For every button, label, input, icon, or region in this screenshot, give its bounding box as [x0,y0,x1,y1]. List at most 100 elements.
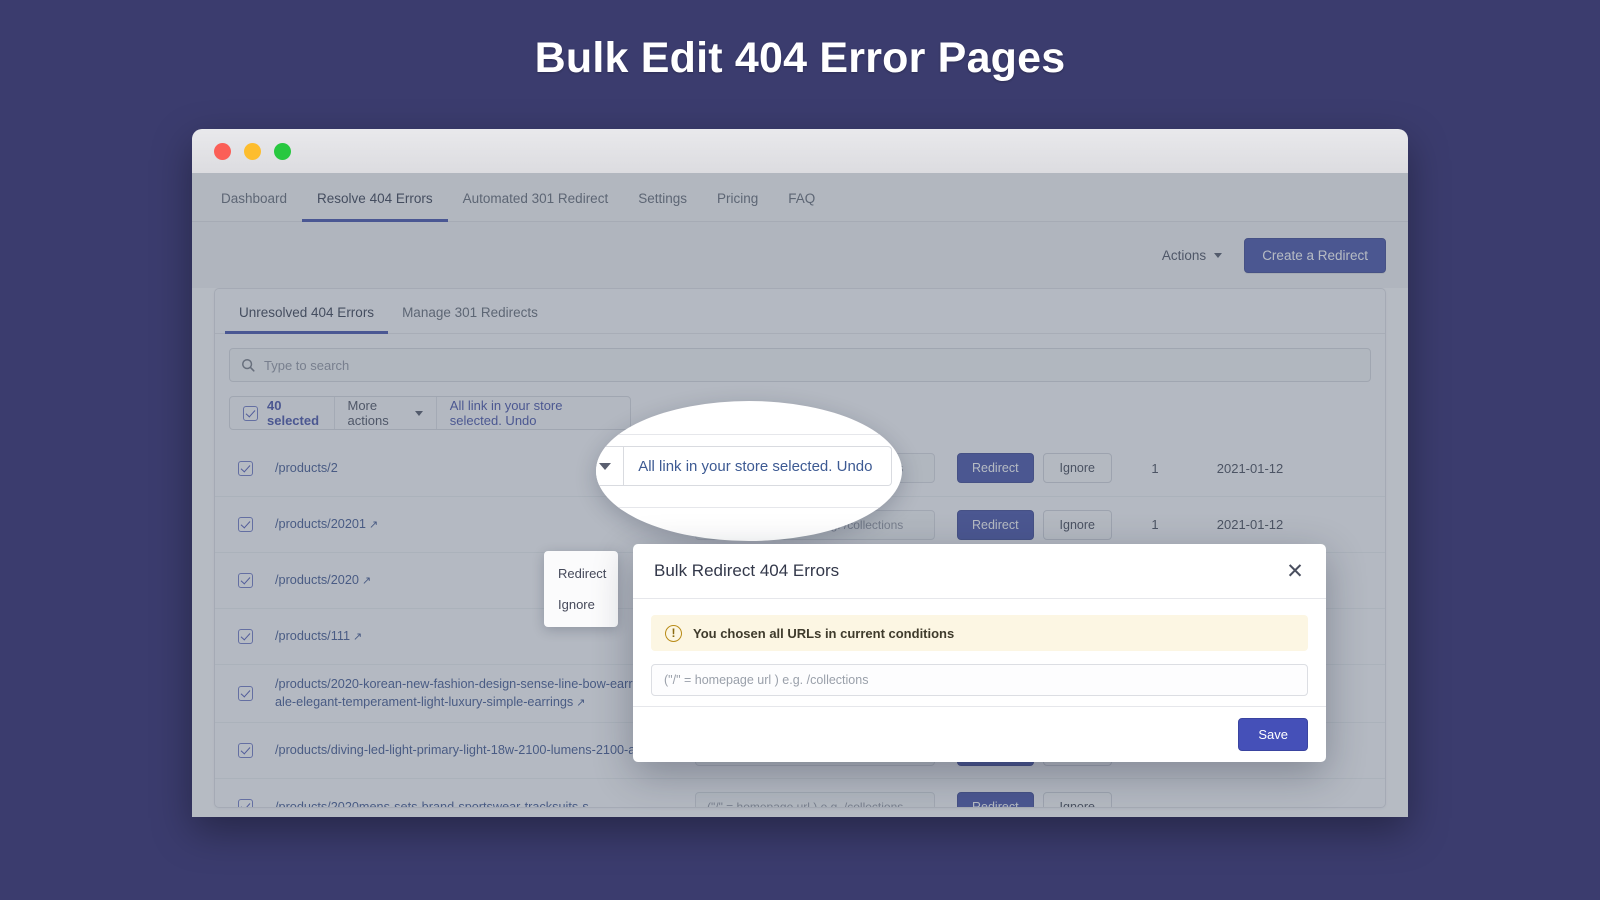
more-actions-dropdown[interactable]: More actions [335,397,437,429]
row-redirect-input[interactable]: ("/" = homepage url ) e.g. /collections [695,791,935,807]
modal-warning-banner: ! You chosen all URLs in current conditi… [651,615,1308,651]
row-checkbox[interactable] [237,743,253,758]
row-action-buttons: Redirect Ignore [935,509,1125,540]
row-redirect-input-cell: ("/" = homepage url ) e.g. /collections [695,791,935,807]
actions-dropdown-label: Actions [1161,247,1207,263]
search-icon [241,358,255,372]
row-checkbox[interactable] [237,686,253,701]
magnifier-divider-bottom [596,507,902,508]
row-checkbox-cell[interactable] [215,460,275,476]
row-url-link[interactable]: /products/20201 [275,517,366,531]
bulk-action-bar: 40 selected More actions All link in you… [229,396,631,430]
close-window-button[interactable] [214,142,231,160]
close-icon[interactable]: ✕ [1283,561,1307,582]
modal-body: ! You chosen all URLs in current conditi… [633,599,1326,706]
magnified-bulk-control: ons All link in your store selected. Und… [596,446,892,486]
nav-item-settings[interactable]: Settings [623,191,702,222]
bulk-redirect-modal: Bulk Redirect 404 Errors ✕ ! You chosen … [633,544,1326,762]
row-url-cell: /products/2020 ↗ [275,571,695,590]
magnified-more-actions[interactable]: ons [596,447,625,485]
row-checkbox[interactable] [237,629,253,644]
row-url-link[interactable]: /products/diving-led-light-primary-light… [275,743,670,757]
row-url-link[interactable]: /products/2020-korean-new-fashion-design… [275,677,681,709]
card-tabs: Unresolved 404 Errors Manage 301 Redirec… [215,289,1385,334]
row-checkbox-cell[interactable] [215,573,275,588]
row-checkbox-cell[interactable] [215,799,275,807]
selected-count-label: 40 selected [267,398,320,428]
row-count: 1 [1151,517,1159,532]
search-row: Type to search [215,334,1385,382]
search-input[interactable]: Type to search [229,348,1371,382]
page-title: Bulk Edit 404 Error Pages [534,34,1066,82]
warning-icon: ! [665,624,682,642]
row-date: 2021-01-12 [1216,517,1284,532]
nav-item-dashboard[interactable]: Dashboard [206,191,302,222]
row-checkbox[interactable] [237,460,253,476]
row-date: 2021-01-12 [1216,460,1284,476]
menu-item-redirect[interactable]: Redirect [544,558,618,589]
tab-manage-301-redirects[interactable]: Manage 301 Redirects [388,305,552,334]
row-checkbox-cell[interactable] [215,743,275,758]
maximize-window-button[interactable] [274,142,291,160]
magnifier-callout: ge 301 R ons All link in your store sele… [596,401,902,541]
magnified-tab-fragment: ge 301 R [596,407,647,423]
row-redirect-button[interactable]: Redirect [957,791,1034,807]
chevron-down-icon [599,462,612,470]
row-url-link[interactable]: /products/2 [275,461,338,475]
menu-item-ignore[interactable]: Ignore [544,589,618,620]
row-action-buttons: Redirect Ignore [935,453,1125,483]
window-titlebar [192,129,1408,173]
magnifier-divider-top [596,434,902,435]
row-checkbox[interactable] [237,573,253,588]
external-link-icon[interactable]: ↗ [576,697,585,709]
row-url-link[interactable]: /products/111 [275,629,350,643]
page-actions-row: Actions Create a Redirect [192,222,1408,288]
chevron-down-icon [1214,252,1223,258]
modal-header: Bulk Redirect 404 Errors ✕ [633,544,1326,599]
row-url-cell: /products/2020-korean-new-fashion-design… [275,675,695,712]
nav-item-faq[interactable]: FAQ [773,191,830,222]
row-checkbox-cell[interactable] [215,517,275,532]
create-redirect-button[interactable]: Create a Redirect [1244,237,1386,273]
tab-unresolved-404-errors[interactable]: Unresolved 404 Errors [225,305,389,334]
row-url-cell: /products/2020mens-sets-brand-sportswear… [275,798,695,808]
row-action-buttons: Redirect Ignore [935,791,1125,807]
minimize-window-button[interactable] [244,142,261,160]
search-placeholder: Type to search [264,357,350,373]
select-all-checkbox[interactable] [243,405,258,421]
row-url-link[interactable]: /products/2020mens-sets-brand-sportswear… [275,800,589,808]
modal-footer: Save [633,706,1326,762]
browser-window: Dashboard Resolve 404 Errors Automated 3… [192,129,1408,817]
row-redirect-button[interactable]: Redirect [957,509,1034,540]
nav-item-automated-301-redirect[interactable]: Automated 301 Redirect [448,191,624,222]
row-checkbox[interactable] [237,799,253,807]
row-checkbox-cell[interactable] [215,686,275,701]
table-row: /products/2020mens-sets-brand-sportswear… [215,778,1385,808]
magnified-select-all-undo-link[interactable]: All link in your store selected. Undo [624,447,886,485]
external-link-icon[interactable]: ↗ [369,519,378,531]
row-ignore-button[interactable]: Ignore [1042,509,1112,540]
row-checkbox-cell[interactable] [215,629,275,644]
more-actions-menu: Redirect Ignore [544,551,618,627]
row-ignore-button[interactable]: Ignore [1042,791,1112,807]
select-all-checkbox-cell[interactable]: 40 selected [230,397,335,429]
actions-dropdown[interactable]: Actions [1161,247,1223,263]
row-ignore-button[interactable]: Ignore [1042,453,1112,483]
nav-item-pricing[interactable]: Pricing [702,191,773,222]
external-link-icon[interactable]: ↗ [362,575,371,587]
save-button[interactable]: Save [1238,718,1308,751]
more-actions-label: More actions [347,398,389,428]
modal-redirect-input[interactable]: ("/" = homepage url ) e.g. /collections [651,664,1308,696]
nav-item-resolve-404-errors[interactable]: Resolve 404 Errors [302,191,448,222]
magnifier-content: ge 301 R ons All link in your store sele… [596,401,902,541]
row-url-cell: /products/diving-led-light-primary-light… [275,741,695,760]
row-url-link[interactable]: /products/2020 [275,573,359,587]
external-link-icon[interactable]: ↗ [353,631,362,643]
row-count: 1 [1151,460,1159,476]
modal-warning-text: You chosen all URLs in current condition… [693,625,955,641]
modal-title: Bulk Redirect 404 Errors [654,561,840,580]
row-url-cell: /products/111 ↗ [275,627,695,646]
row-checkbox[interactable] [237,517,253,532]
app-navigation: Dashboard Resolve 404 Errors Automated 3… [192,173,1408,222]
row-redirect-button[interactable]: Redirect [957,453,1034,483]
